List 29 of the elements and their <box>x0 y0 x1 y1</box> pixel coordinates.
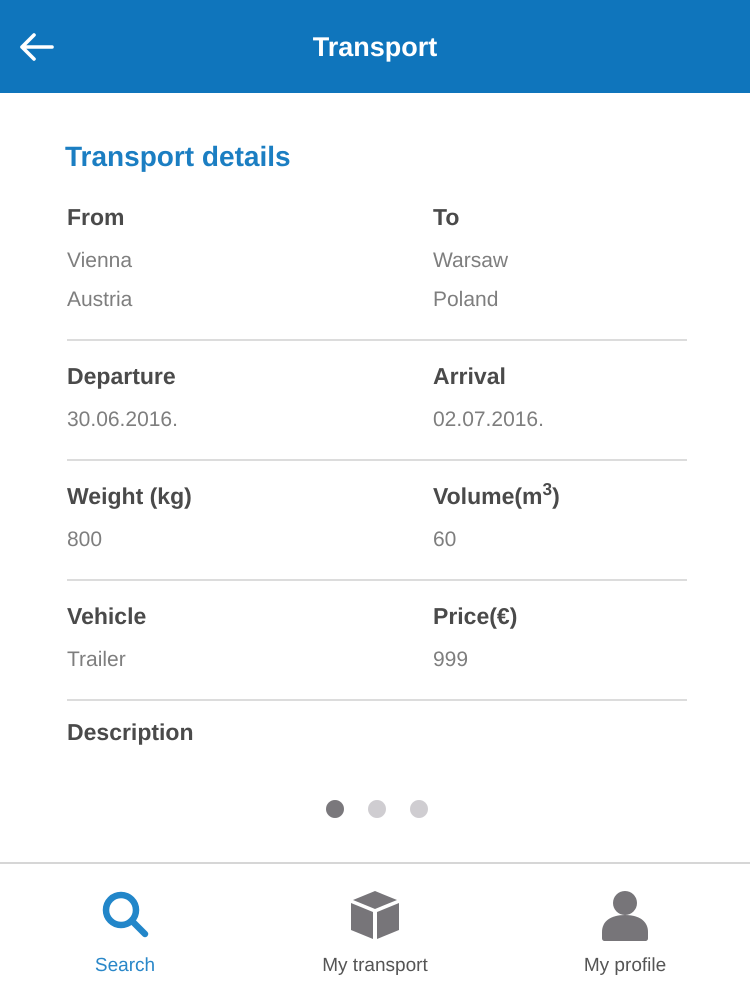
field-value: Warsaw <box>433 248 508 274</box>
page-indicator-dot[interactable] <box>326 800 344 818</box>
field-value: Austria <box>67 287 132 313</box>
field-value: 800 <box>67 527 102 553</box>
tab-bar-item[interactable]: My transport <box>322 864 428 978</box>
field-label: Price(€) <box>433 602 518 631</box>
page-indicator-dot[interactable] <box>368 800 386 818</box>
field-label: Departure <box>67 362 176 391</box>
screen-title: Transport <box>312 30 438 62</box>
field-value: Poland <box>433 287 498 313</box>
field-value: 02.07.2016. <box>433 407 544 433</box>
section-heading: Transport details <box>65 140 291 174</box>
field-value: 30.06.2016. <box>67 407 178 433</box>
field-label: Weight (kg) <box>67 482 192 511</box>
field-label: Volume(m$^{3}$) <box>433 480 560 511</box>
field-value: Vienna <box>67 248 132 274</box>
field-label: Vehicle <box>67 602 146 631</box>
back-arrow-icon <box>18 32 54 62</box>
field-label: Description <box>67 718 194 747</box>
field-label: To <box>433 203 460 232</box>
field-value: 60 <box>433 527 456 553</box>
field-label: From <box>67 203 124 232</box>
tab-bar-item[interactable]: My profile <box>584 864 666 978</box>
field-value: Trailer <box>67 647 126 673</box>
field-value: 999 <box>433 647 468 673</box>
box-icon <box>348 888 402 942</box>
tab-bar-item[interactable]: Search <box>94 864 156 978</box>
field-label: Arrival <box>433 362 506 391</box>
page-indicator-dot[interactable] <box>410 800 428 818</box>
